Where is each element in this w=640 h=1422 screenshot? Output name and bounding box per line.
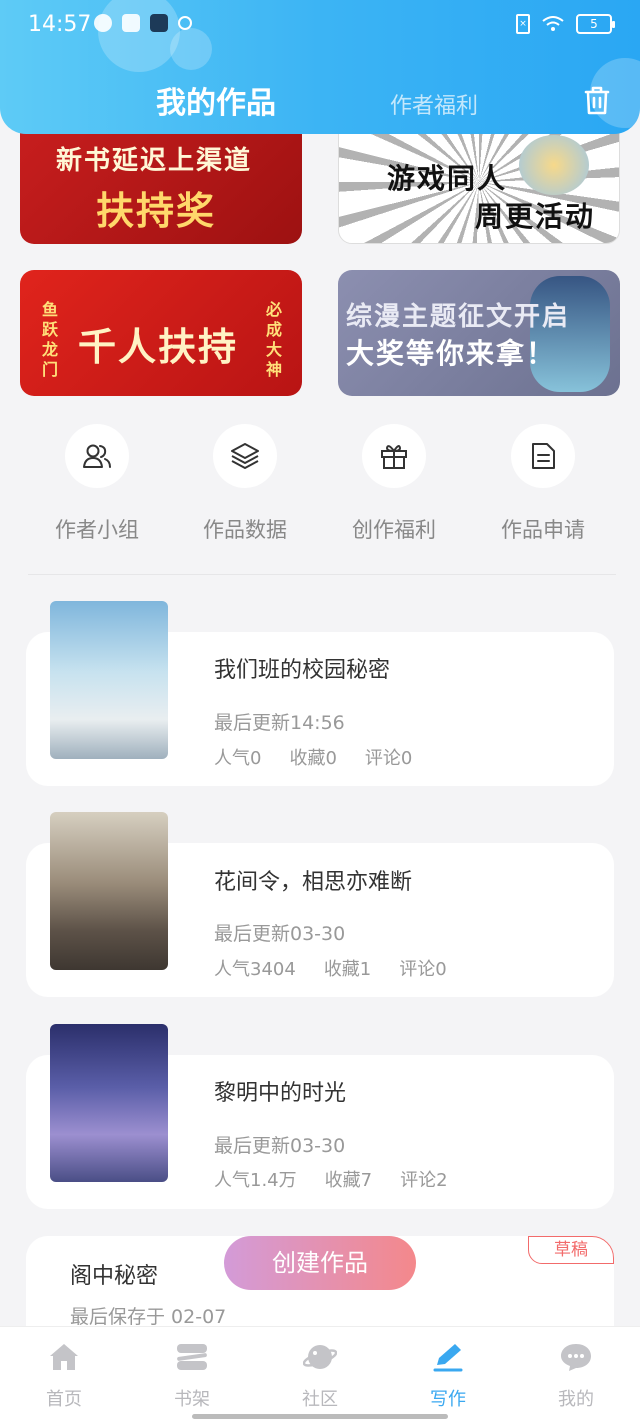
work-title[interactable]: 黎明中的时光 bbox=[214, 1075, 346, 1107]
stat-comments: 评论2 bbox=[400, 1170, 448, 1191]
nav-bookshelf[interactable]: 书架 bbox=[147, 1341, 237, 1411]
shortcut-creation-welfare[interactable]: 创作福利 bbox=[329, 424, 459, 544]
banner-delayed-support[interactable]: 新书延迟上渠道 扶持奖 bbox=[20, 120, 302, 244]
tab-author-welfare[interactable]: 作者福利 bbox=[390, 88, 478, 120]
stat-favorites: 收藏0 bbox=[289, 748, 337, 769]
banner-character-image bbox=[519, 135, 589, 195]
shortcut-author-group[interactable]: 作者小组 bbox=[32, 424, 162, 544]
battery-icon: 5 bbox=[576, 14, 615, 34]
stat-favorites: 收藏1 bbox=[323, 959, 372, 980]
banner-text: 综漫主题征文开启 bbox=[346, 302, 571, 332]
banner-text: 游戏同人 bbox=[387, 162, 508, 195]
wifi-icon bbox=[542, 16, 564, 31]
shortcut-icon-wrap bbox=[213, 424, 277, 488]
banner-text: 新书延迟上渠道 bbox=[56, 146, 253, 176]
work-stats: 人气1.4万 收藏7 评论2 bbox=[214, 1166, 448, 1192]
banner-text: 周更活动 bbox=[475, 200, 596, 233]
work-title[interactable]: 我们班的校园秘密 bbox=[214, 652, 390, 684]
tab-my-works[interactable]: 我的作品 bbox=[156, 78, 276, 122]
notification-icons bbox=[94, 14, 192, 32]
draft-saved-time: 最后保存于 02-07 bbox=[70, 1306, 227, 1328]
nav-label: 我的 bbox=[558, 1389, 594, 1410]
banner-text: 大奖等你来拿！ bbox=[346, 337, 557, 370]
banner-text: 扶持奖 bbox=[96, 189, 217, 233]
banner-thousand-support[interactable]: 鱼跃龙门 千人扶持 必成大神 bbox=[20, 270, 302, 396]
home-icon bbox=[50, 1344, 78, 1370]
shortcut-label: 作品数据 bbox=[203, 518, 287, 542]
nav-label: 首页 bbox=[46, 1389, 82, 1410]
draft-badge: 草稿 bbox=[528, 1236, 614, 1264]
stat-comments: 评论0 bbox=[364, 748, 413, 769]
shortcut-work-data[interactable]: 作品数据 bbox=[180, 424, 310, 544]
settings-notification-icon bbox=[178, 16, 192, 30]
book-cover-image[interactable] bbox=[50, 1024, 168, 1182]
nav-profile[interactable]: 我的 bbox=[531, 1341, 621, 1411]
layers-icon bbox=[231, 443, 259, 469]
banner-text: 必成大神 bbox=[266, 300, 285, 379]
banner-text: 千人扶持 bbox=[78, 325, 239, 369]
bookshelf-icon bbox=[177, 1344, 207, 1370]
banner-game-fanfic[interactable]: 游戏同人 周更活动 bbox=[338, 120, 620, 244]
shopping-bag-icon bbox=[150, 14, 168, 32]
work-last-update: 最后更新03-30 bbox=[214, 1135, 346, 1157]
bottom-nav: 首页 书架 社区 写作 我的 bbox=[0, 1326, 640, 1422]
wechat-icon bbox=[94, 14, 112, 32]
shortcut-icon-wrap bbox=[511, 424, 575, 488]
draft-title[interactable]: 阁中秘密 bbox=[70, 1258, 158, 1290]
work-last-update: 最后更新14:56 bbox=[214, 712, 345, 734]
planet-icon bbox=[302, 1345, 338, 1369]
nav-label: 写作 bbox=[430, 1389, 466, 1410]
stat-popularity: 人气3404 bbox=[214, 959, 296, 980]
banner-anime-contest[interactable]: 综漫主题征文开启 大奖等你来拿！ bbox=[338, 270, 620, 396]
stat-popularity: 人气1.4万 bbox=[214, 1170, 297, 1191]
app-notification-icon bbox=[122, 14, 140, 32]
header: 14:57 × 5 我的作品 作者福利 bbox=[0, 0, 640, 134]
stat-comments: 评论0 bbox=[399, 959, 447, 980]
chat-bubble-icon bbox=[561, 1344, 591, 1371]
nav-write[interactable]: 写作 bbox=[403, 1341, 493, 1411]
shortcut-work-application[interactable]: 作品申请 bbox=[478, 424, 608, 544]
stat-favorites: 收藏7 bbox=[324, 1170, 373, 1191]
gift-icon bbox=[381, 445, 407, 469]
work-stats: 人气0 收藏0 评论0 bbox=[214, 744, 412, 770]
status-bar: 14:57 × 5 bbox=[0, 0, 640, 50]
shortcut-icon-wrap bbox=[362, 424, 426, 488]
document-icon bbox=[532, 443, 555, 469]
create-work-button[interactable]: 创建作品 bbox=[224, 1236, 416, 1290]
shortcut-icon-wrap bbox=[65, 424, 129, 488]
screen: 14:57 × 5 我的作品 作者福利 新书延迟上渠道 扶持奖 游戏同人 周更活… bbox=[0, 0, 640, 1422]
nav-home[interactable]: 首页 bbox=[19, 1341, 109, 1411]
trash-icon[interactable] bbox=[582, 84, 612, 116]
work-last-update: 最后更新03-30 bbox=[214, 923, 346, 945]
shortcut-label: 创作福利 bbox=[352, 518, 436, 542]
nav-label: 书架 bbox=[174, 1389, 210, 1410]
work-title[interactable]: 花间令，相思亦难断 bbox=[214, 864, 412, 896]
stat-popularity: 人气0 bbox=[214, 748, 262, 769]
shortcut-label: 作者小组 bbox=[55, 518, 139, 542]
users-icon bbox=[83, 444, 111, 468]
book-cover-image[interactable] bbox=[50, 601, 168, 759]
status-time: 14:57 bbox=[28, 12, 92, 37]
sim-icon: × bbox=[516, 14, 530, 34]
pen-icon bbox=[433, 1344, 463, 1372]
nav-community[interactable]: 社区 bbox=[275, 1341, 365, 1411]
shortcut-label: 作品申请 bbox=[501, 518, 585, 542]
system-icons: × 5 bbox=[516, 14, 615, 34]
work-stats: 人气3404 收藏1 评论0 bbox=[214, 955, 447, 981]
divider bbox=[28, 574, 616, 575]
book-cover-image[interactable] bbox=[50, 812, 168, 970]
home-indicator bbox=[192, 1414, 448, 1419]
banner-text: 鱼跃龙门 bbox=[42, 300, 61, 379]
nav-label: 社区 bbox=[302, 1389, 338, 1410]
